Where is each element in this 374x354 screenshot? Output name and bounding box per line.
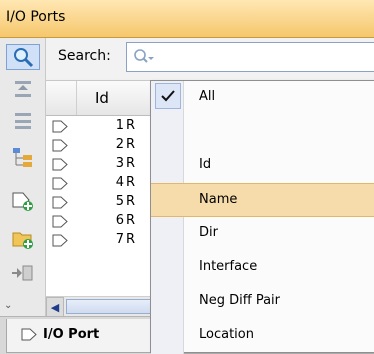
input-port-icon xyxy=(52,234,68,247)
menu-item-blank[interactable] xyxy=(151,115,374,149)
row-name: R xyxy=(126,156,136,171)
table-row[interactable]: 2 R xyxy=(46,136,154,155)
search-label: Search: xyxy=(58,48,111,64)
input-port-icon xyxy=(52,177,68,190)
scroll-left-button[interactable]: ◀ xyxy=(46,297,64,317)
create-port-button[interactable] xyxy=(6,188,40,214)
input-port-icon xyxy=(52,196,68,209)
menu-item-label: All xyxy=(199,89,216,104)
row-name: R xyxy=(126,137,136,152)
input-port-icon xyxy=(52,158,68,171)
port-wire-icon xyxy=(12,265,33,281)
table-header: Id xyxy=(46,81,154,116)
create-interface-button[interactable] xyxy=(6,226,40,252)
expand-all-icon xyxy=(15,113,31,129)
add-folder-icon xyxy=(12,232,33,249)
row-name: R xyxy=(126,232,136,247)
row-id: 5 xyxy=(115,194,124,209)
row-id: 1 xyxy=(115,118,124,133)
table-row[interactable]: 5 R xyxy=(46,193,154,212)
row-name: R xyxy=(126,194,136,209)
table-row[interactable]: 6 R xyxy=(46,212,154,231)
search-options-icon[interactable] xyxy=(133,48,155,66)
row-name: R xyxy=(126,213,136,228)
horizontal-scrollbar[interactable]: ◀ xyxy=(46,296,154,317)
port-properties-button[interactable] xyxy=(6,260,40,286)
row-id: 2 xyxy=(115,137,124,152)
row-id: 7 xyxy=(115,232,124,247)
row-name: R xyxy=(126,118,136,133)
column-header-id-label: Id xyxy=(95,89,109,107)
search-bar: Search: xyxy=(46,38,374,78)
input-port-icon xyxy=(52,139,68,152)
menu-item-neg-diff-pair[interactable]: Neg Diff Pair xyxy=(151,285,374,319)
row-name: R xyxy=(126,175,136,190)
menu-item-location[interactable]: Location xyxy=(151,319,374,353)
menu-item-label: Interface xyxy=(199,259,258,274)
menu-item-label: Dir xyxy=(199,225,218,240)
hierarchy-icon xyxy=(13,148,32,167)
search-toggle-button[interactable] xyxy=(6,44,40,70)
collapse-all-icon xyxy=(15,81,31,97)
add-port-icon xyxy=(12,192,33,211)
toolbar-overflow-icon[interactable]: ⌄ xyxy=(4,300,12,311)
search-input[interactable] xyxy=(126,42,374,72)
chevron-left-icon: ◀ xyxy=(50,300,60,314)
collapse-all-button[interactable] xyxy=(6,76,40,102)
window-title: I/O Ports xyxy=(6,9,66,25)
expand-all-button[interactable] xyxy=(6,108,40,134)
ports-table: Id 1 R 2 R 3 R 4 R 5 R 6 R 7 R xyxy=(46,80,154,317)
window-title-bar: I/O Ports xyxy=(0,0,374,38)
search-icon xyxy=(14,48,34,68)
menu-item-label: Neg Diff Pair xyxy=(199,293,280,308)
group-by-interface-button[interactable] xyxy=(6,144,40,170)
input-port-icon xyxy=(52,120,68,133)
menu-item-interface[interactable]: Interface xyxy=(151,251,374,285)
table-row[interactable]: 4 R xyxy=(46,174,154,193)
menu-item-label: Id xyxy=(199,157,212,172)
row-id: 6 xyxy=(115,213,124,228)
tab-io-ports[interactable]: I/O Port xyxy=(6,319,156,353)
menu-item-id[interactable]: Id xyxy=(151,149,374,183)
menu-item-name[interactable]: Name xyxy=(151,183,374,217)
io-port-tab-icon xyxy=(21,328,37,341)
left-toolbar: ⌄ xyxy=(0,38,46,316)
table-row[interactable]: 1 R xyxy=(46,117,154,136)
menu-item-label: Location xyxy=(199,327,254,342)
menu-item-dir[interactable]: Dir xyxy=(151,217,374,251)
menu-item-all[interactable]: All xyxy=(151,81,374,115)
scrollbar-thumb[interactable] xyxy=(66,299,152,314)
check-icon xyxy=(155,83,181,109)
search-column-menu: All Id Name Dir Interface Neg Diff Pair … xyxy=(150,80,374,354)
input-port-icon xyxy=(52,215,68,228)
table-row[interactable]: 7 R xyxy=(46,231,154,250)
row-id: 3 xyxy=(115,156,124,171)
column-header-id[interactable]: Id xyxy=(76,81,154,115)
tab-io-ports-label: I/O Port xyxy=(43,327,100,342)
table-row[interactable]: 3 R xyxy=(46,155,154,174)
row-id: 4 xyxy=(115,175,124,190)
menu-item-label: Name xyxy=(199,192,238,207)
